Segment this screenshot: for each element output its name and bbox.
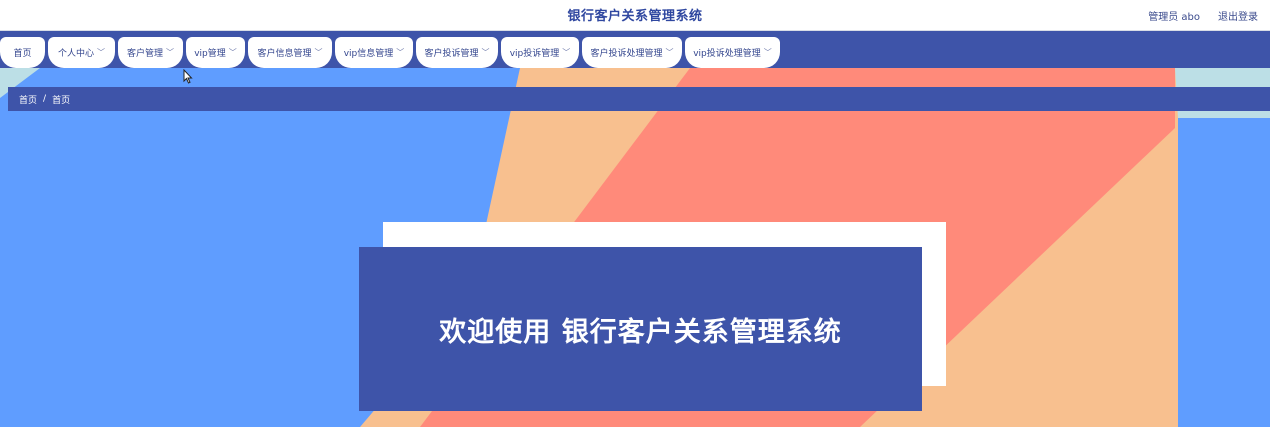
- chevron-down-icon: ﹀: [665, 48, 674, 57]
- nav-tab-customer-management[interactable]: 客户管理 ﹀: [118, 37, 183, 68]
- breadcrumb-separator: /: [43, 94, 47, 104]
- breadcrumb: 首页 / 首页: [8, 87, 1270, 111]
- nav-tab-label: vip管理: [194, 49, 226, 59]
- breadcrumb-item-current: 首页: [52, 95, 71, 106]
- nav-tab-label: 客户投诉管理: [424, 49, 479, 59]
- app-title: 银行客户关系管理系统: [567, 9, 703, 24]
- nav-tab-label: vip投诉管理: [509, 49, 560, 59]
- top-header: 银行客户关系管理系统 管理员 abo 退出登录: [0, 0, 1270, 31]
- nav-tab-label: vip投诉处理管理: [693, 49, 761, 59]
- nav-tab-label: 个人中心: [57, 49, 94, 59]
- nav-tab-label: 客户管理: [126, 49, 163, 59]
- welcome-text: 欢迎使用 银行客户关系管理系统: [439, 316, 842, 348]
- chevron-down-icon: ﹀: [763, 48, 772, 57]
- nav-tab-vip-complaint-management[interactable]: vip投诉管理 ﹀: [501, 37, 579, 68]
- nav-tab-vip-complaint-handling[interactable]: vip投诉处理管理 ﹀: [685, 37, 780, 68]
- chevron-down-icon: ﹀: [166, 48, 174, 57]
- chevron-down-icon: ﹀: [97, 48, 105, 57]
- logout-link[interactable]: 退出登录: [1218, 8, 1258, 23]
- welcome-card: 欢迎使用 银行客户关系管理系统: [359, 247, 922, 411]
- nav-tab-customer-complaint-handling[interactable]: 客户投诉处理管理 ﹀: [582, 37, 682, 68]
- nav-tab-home[interactable]: 首页: [0, 37, 45, 68]
- current-user-label: 管理员 abo: [1148, 12, 1200, 23]
- chevron-down-icon: ﹀: [562, 48, 571, 57]
- nav-tab-label: 客户投诉处理管理: [590, 49, 663, 59]
- chevron-down-icon: ﹀: [481, 48, 490, 57]
- nav-tab-vip-management[interactable]: vip管理 ﹀: [186, 37, 245, 68]
- nav-tab-label: vip信息管理: [343, 49, 394, 59]
- app-window: 银行客户关系管理系统 管理员 abo 退出登录 首页 个人中心 ﹀ 客户管理 ﹀…: [0, 0, 1270, 427]
- nav-tab-customer-info-management[interactable]: 客户信息管理 ﹀: [248, 37, 332, 68]
- nav-tab-vip-info-management[interactable]: vip信息管理 ﹀: [335, 37, 413, 68]
- chevron-down-icon: ﹀: [396, 48, 405, 57]
- main-nav: 首页 个人中心 ﹀ 客户管理 ﹀ vip管理 ﹀ 客户信息管理 ﹀ vip信息管…: [0, 31, 1270, 68]
- mouse-cursor-icon: [183, 69, 193, 84]
- breadcrumb-item-home[interactable]: 首页: [19, 93, 37, 106]
- chevron-down-icon: ﹀: [314, 48, 323, 57]
- bg-right-blue-strip: [1178, 118, 1270, 427]
- nav-tab-customer-complaint-management[interactable]: 客户投诉管理 ﹀: [416, 37, 498, 68]
- nav-tab-label: 首页: [13, 49, 32, 59]
- nav-tab-label: 客户信息管理: [257, 49, 312, 59]
- chevron-down-icon: ﹀: [228, 48, 237, 57]
- nav-tab-personal-center[interactable]: 个人中心 ﹀: [48, 37, 115, 68]
